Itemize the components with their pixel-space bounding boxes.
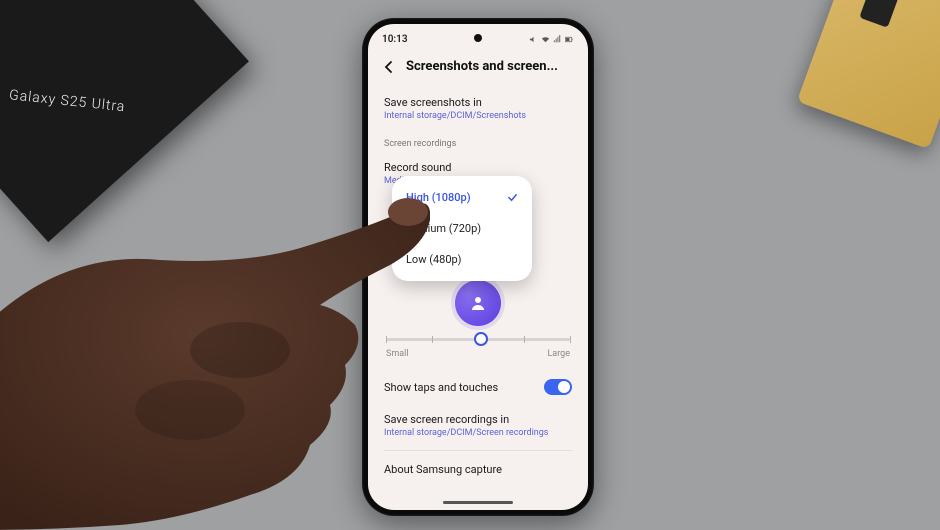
- status-time: 10:13: [382, 34, 408, 45]
- save-recordings-title: Save screen recordings in: [384, 413, 572, 426]
- save-screenshots-title: Save screenshots in: [384, 96, 572, 109]
- divider: [384, 450, 572, 451]
- quality-option-label: High (1080p): [406, 191, 471, 204]
- quality-option-label: Medium (720p): [406, 222, 481, 235]
- slider-labels: Small Large: [368, 343, 588, 369]
- slider-max-label: Large: [547, 349, 570, 359]
- chevron-left-icon: [382, 60, 396, 74]
- battery-icon: [565, 35, 574, 44]
- show-taps-row[interactable]: Show taps and touches: [368, 369, 588, 405]
- show-taps-title: Show taps and touches: [384, 381, 498, 394]
- page-title: Screenshots and screen...: [406, 59, 558, 74]
- phone-device: 10:13 Screenshots and screen... Save scr…: [362, 18, 594, 516]
- wifi-icon: [541, 35, 550, 44]
- toggle-knob: [558, 381, 570, 393]
- quality-option-high[interactable]: High (1080p): [392, 182, 532, 213]
- save-recordings-path: Internal storage/DCIM/Screen recordings: [384, 428, 572, 438]
- slider-min-label: Small: [386, 349, 409, 359]
- home-indicator[interactable]: [443, 501, 513, 504]
- about-row[interactable]: About Samsung capture: [368, 455, 588, 484]
- back-button[interactable]: [382, 60, 396, 74]
- page-header: Screenshots and screen...: [368, 49, 588, 88]
- status-icons-group: [529, 35, 574, 44]
- wooden-stand-prop: [797, 0, 940, 149]
- quality-option-low[interactable]: Low (480p): [392, 244, 532, 275]
- show-taps-toggle[interactable]: [544, 379, 572, 395]
- record-sound-title: Record sound: [384, 161, 572, 174]
- volume-icon: [529, 35, 538, 44]
- product-box-prop: Galaxy S25 Ultra: [0, 0, 249, 242]
- product-box-label: Galaxy S25 Ultra: [8, 87, 126, 115]
- phone-screen: 10:13 Screenshots and screen... Save scr…: [368, 24, 588, 510]
- check-icon: [507, 192, 518, 203]
- quality-option-medium[interactable]: Medium (720p): [392, 213, 532, 244]
- about-title: About Samsung capture: [384, 463, 572, 476]
- selfie-preview-avatar: [455, 280, 501, 326]
- person-icon: [469, 294, 487, 312]
- quality-option-label: Low (480p): [406, 253, 462, 266]
- front-camera-hole: [474, 34, 482, 42]
- signal-icon: [553, 35, 562, 44]
- save-recordings-row[interactable]: Save screen recordings in Internal stora…: [368, 405, 588, 446]
- section-label-recordings: Screen recordings: [368, 129, 588, 153]
- video-quality-popup: High (1080p) Medium (720p) Low (480p): [392, 176, 532, 281]
- save-screenshots-row[interactable]: Save screenshots in Internal storage/DCI…: [368, 88, 588, 129]
- save-screenshots-path: Internal storage/DCIM/Screenshots: [384, 111, 572, 121]
- selfie-size-slider[interactable]: [368, 334, 588, 343]
